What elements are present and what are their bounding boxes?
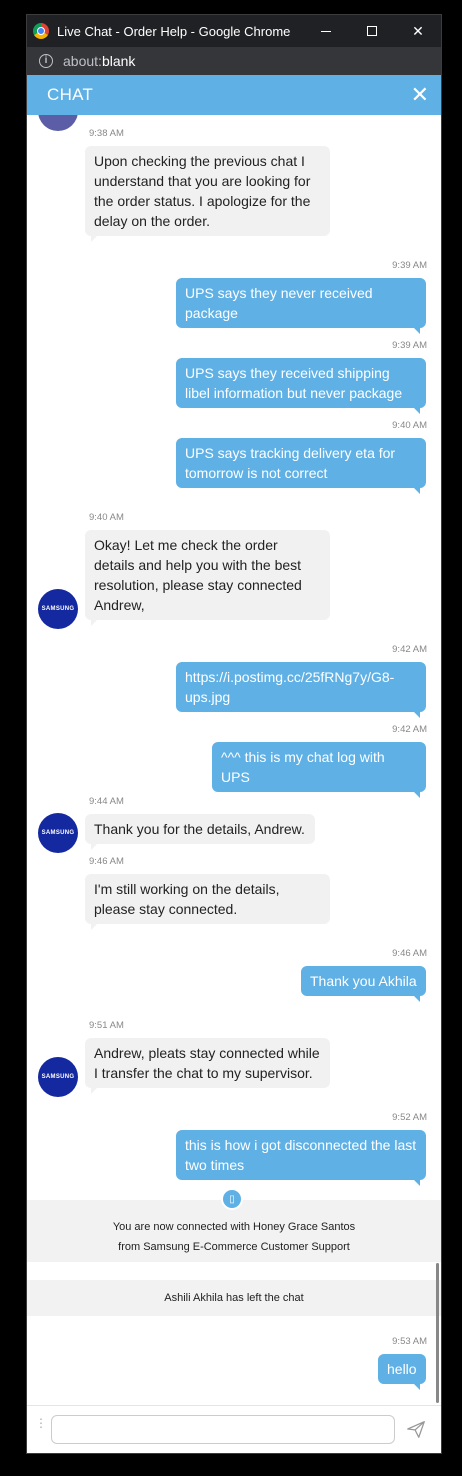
agent-message: Andrew, pleats stay connected while I tr… [85, 1038, 330, 1094]
user-message: UPS says they never received package [176, 278, 426, 334]
url-host: blank [101, 53, 136, 69]
address-bar[interactable]: i about:blank [27, 47, 441, 75]
url-text: about:blank [63, 53, 135, 69]
message-timestamp: 9:53 AM [392, 1336, 427, 1347]
user-message: UPS says tracking delivery eta for tomor… [176, 438, 426, 494]
user-message: Thank you Akhila [301, 966, 426, 1002]
composer-bar: ⋮ [27, 1405, 441, 1453]
menu-dots-icon[interactable]: ⋮ [35, 1417, 47, 1429]
message-timestamp: 9:39 AM [392, 340, 427, 351]
system-chat-icon: ▯ [221, 1188, 243, 1210]
message-timestamp: 9:40 AM [89, 512, 124, 523]
send-icon[interactable] [405, 1418, 427, 1440]
chrome-logo-icon [33, 23, 49, 39]
agent-avatar: SAMSUNG [38, 813, 78, 853]
message-timestamp: 9:42 AM [392, 644, 427, 655]
message-timestamp: 9:52 AM [392, 1112, 427, 1123]
agent-message: Okay! Let me check the order details and… [85, 530, 330, 626]
chat-header: CHAT ✕ [27, 75, 441, 115]
title-bar: Live Chat - Order Help - Google Chrome ✕ [27, 15, 441, 47]
message-timestamp: 9:40 AM [392, 420, 427, 431]
maximize-button[interactable] [349, 15, 395, 47]
agent-avatar: SAMSUNG [38, 589, 78, 629]
window-title: Live Chat - Order Help - Google Chrome [57, 23, 291, 39]
minimize-button[interactable] [303, 15, 349, 47]
message-timestamp: 9:44 AM [89, 796, 124, 807]
browser-window: Live Chat - Order Help - Google Chrome ✕… [26, 14, 442, 1454]
minimize-icon [321, 30, 331, 32]
user-message-link[interactable]: https://i.postimg.cc/25fRNg7y/G8-ups.jpg [176, 662, 426, 718]
url-scheme: about: [63, 53, 102, 69]
maximize-icon [367, 26, 377, 36]
message-timestamp: 9:51 AM [89, 1020, 124, 1031]
system-notice-line: from Samsung E-Commerce Customer Support [118, 1241, 350, 1253]
user-message: ^^^ this is my chat log with UPS [212, 742, 426, 798]
close-chat-icon[interactable]: ✕ [411, 84, 429, 106]
chat-title: CHAT [47, 85, 94, 104]
message-timestamp: 9:46 AM [392, 948, 427, 959]
agent-avatar [38, 115, 78, 131]
user-message: this is how i got disconnected the last … [176, 1130, 426, 1186]
message-list[interactable]: 9:38 AM Upon checking the previous chat … [27, 115, 441, 1405]
user-message: hello [378, 1354, 426, 1390]
user-message: UPS says they received shipping libel in… [176, 358, 426, 414]
agent-message: Upon checking the previous chat I unders… [85, 146, 330, 242]
message-timestamp: 9:38 AM [89, 128, 124, 139]
agent-avatar: SAMSUNG [38, 1057, 78, 1097]
info-icon[interactable]: i [39, 54, 53, 68]
system-notice-left: Ashili Akhila has left the chat [27, 1280, 441, 1316]
scrollbar-thumb[interactable] [436, 1263, 439, 1403]
message-timestamp: 9:42 AM [392, 724, 427, 735]
agent-message: Thank you for the details, Andrew. [85, 814, 315, 850]
message-timestamp: 9:46 AM [89, 856, 124, 867]
message-timestamp: 9:39 AM [392, 260, 427, 271]
close-icon: ✕ [412, 22, 424, 39]
message-input[interactable] [51, 1415, 395, 1444]
agent-message: I'm still working on the details, please… [85, 874, 330, 930]
system-notice-line: You are now connected with Honey Grace S… [112, 1221, 356, 1233]
close-window-button[interactable]: ✕ [395, 15, 441, 47]
